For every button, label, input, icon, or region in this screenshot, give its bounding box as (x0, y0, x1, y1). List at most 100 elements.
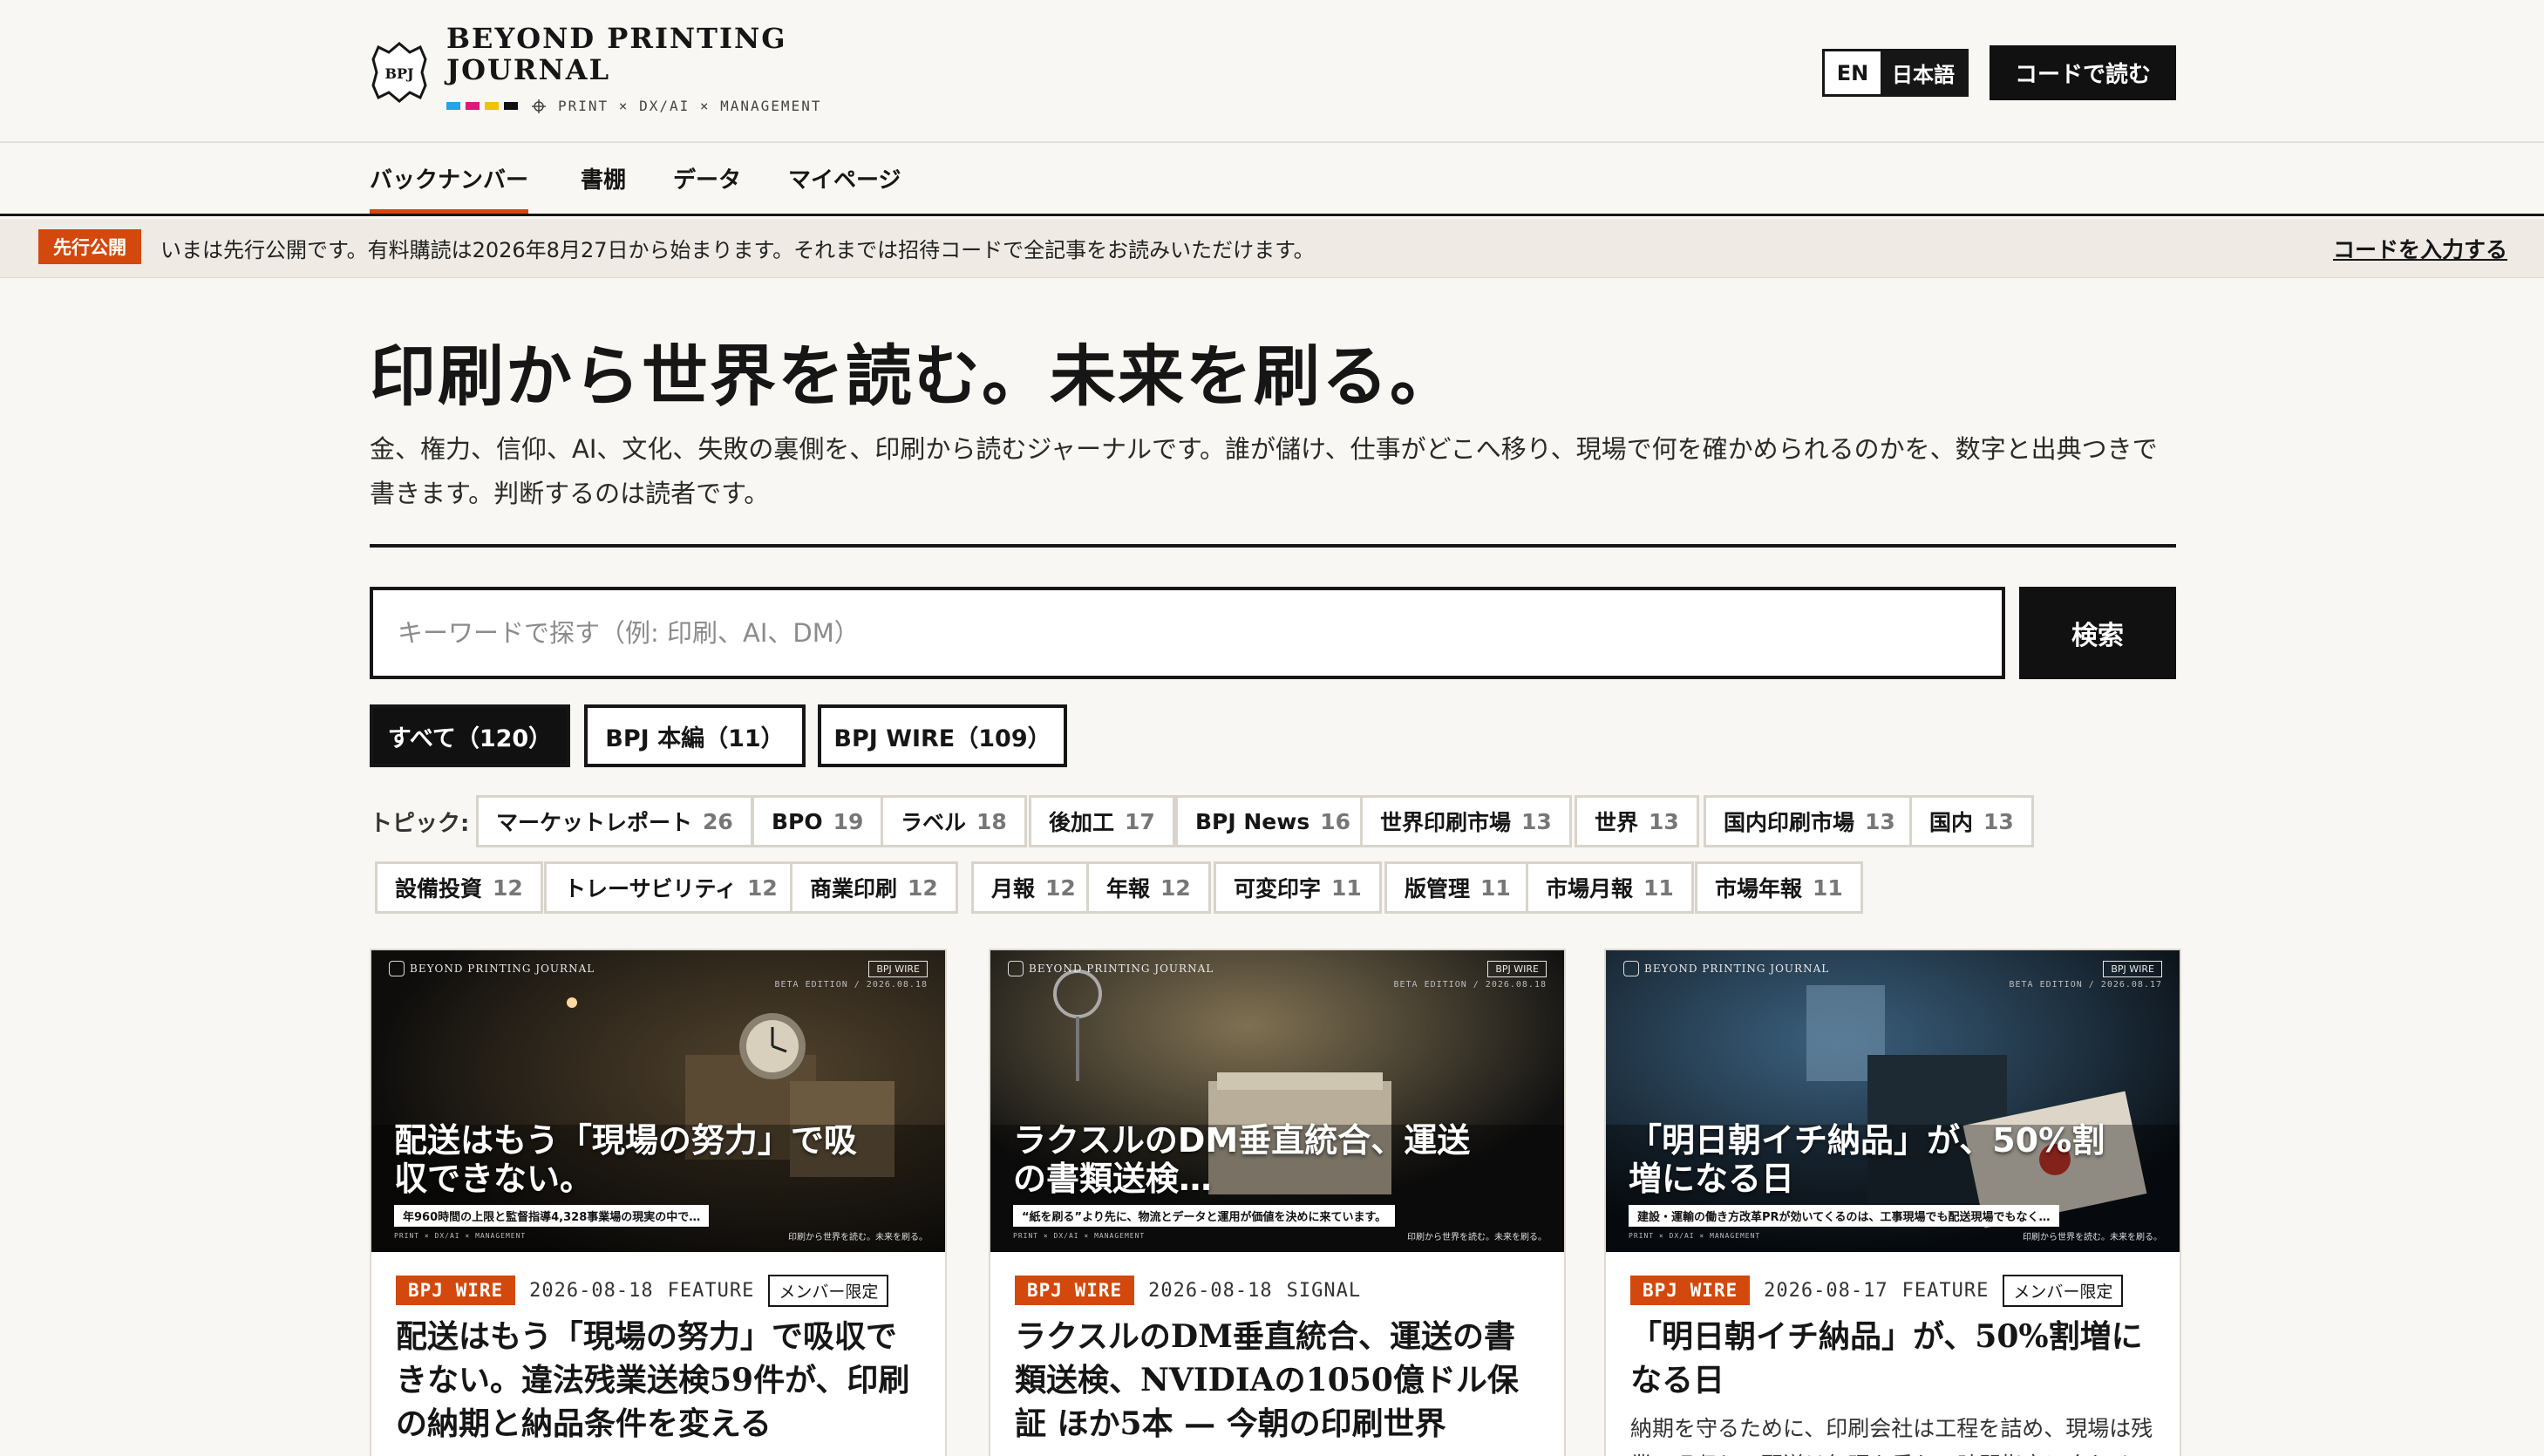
topic-chip-name: 後加工 (1049, 810, 1115, 835)
article-card[interactable]: BEYOND PRINTING JOURNAL BPJ WIRE BETA EDIT… (370, 949, 947, 1456)
article-meta: BPJ WIRE 2026-08-18 SIGNAL (1015, 1273, 1361, 1308)
topic-chip-name: 年報 (1106, 876, 1151, 901)
article-kind: FEATURE (667, 1279, 755, 1302)
topic-chip-count: 11 (1813, 874, 1843, 901)
preview-notice-bar: 先行公開 いまは先行公開です。有料購読は2026年8月27日から始まります。それ… (0, 219, 2544, 278)
topic-chip-count: 16 (1320, 808, 1351, 834)
filter-bpj-wire[interactable]: BPJ WIRE（109） (818, 704, 1067, 767)
topic-chip-count: 11 (1331, 874, 1362, 901)
cyan-swatch (446, 102, 460, 110)
yellow-swatch (485, 102, 499, 110)
thumbnail-edition: BETA EDITION / 2026.08.17 (2009, 980, 2162, 990)
bpj-logo-icon[interactable]: BPJ (370, 40, 429, 105)
topic-chip-count: 17 (1125, 808, 1155, 834)
topic-chip-name: 国内 (1929, 810, 1974, 835)
article-kind: FEATURE (1901, 1279, 1990, 1302)
topic-chip-count: 12 (747, 874, 778, 901)
thumbnail-brand: BEYOND PRINTING JOURNAL (1008, 961, 1214, 976)
topic-chip-count: 12 (1160, 874, 1191, 901)
article-card[interactable]: BEYOND PRINTING JOURNAL BPJ WIRE BETA EDIT… (1604, 949, 2181, 1456)
topic-chip[interactable]: トレーサビリティ 12 (544, 861, 798, 914)
article-card[interactable]: BEYOND PRINTING JOURNAL BPJ WIRE BETA EDIT… (989, 949, 1566, 1456)
topic-chip[interactable]: 市場年報 11 (1695, 861, 1863, 914)
filter-all[interactable]: すべて（120） (370, 704, 570, 767)
nav-item-bookshelf[interactable]: 書棚 (581, 162, 626, 194)
article-date: 2026-08-18 (1148, 1279, 1273, 1302)
source-badge: BPJ WIRE (1015, 1276, 1135, 1305)
topic-chip[interactable]: 月報 12 (971, 861, 1096, 914)
topic-chip-count: 12 (908, 874, 938, 901)
thumbnail-footer-tagline: 印刷から世界を読む。未来を刷る。 (788, 1233, 928, 1242)
article-thumbnail[interactable]: BEYOND PRINTING JOURNAL BPJ WIRE BETA EDIT… (371, 950, 945, 1252)
topic-chip-name: 国内印刷市場 (1724, 810, 1855, 835)
topic-chip-count: 12 (493, 874, 523, 901)
thumbnail-brand: BEYOND PRINTING JOURNAL (1623, 961, 1829, 976)
nav-item-backnumber[interactable]: バックナンバー (370, 162, 529, 214)
topic-chip[interactable]: 市場月報 11 (1526, 861, 1694, 914)
site-header: BPJ BEYOND PRINTING JOURNAL PRINT × DX/A… (0, 0, 2544, 143)
topic-chip-count: 11 (1643, 874, 1674, 901)
topic-chip[interactable]: ラベル 18 (881, 795, 1027, 847)
search-input[interactable] (370, 587, 2005, 679)
topic-chip[interactable]: 世界印刷市場 13 (1360, 795, 1572, 847)
topic-chip[interactable]: BPJ News 16 (1175, 795, 1371, 847)
thumbnail-headline: 「明日朝イチ納品」が、50%割増になる日 (1629, 1121, 2105, 1198)
topic-chip-count: 13 (1521, 808, 1552, 834)
thumbnail-brand-text: BEYOND PRINTING JOURNAL (1029, 963, 1214, 975)
thumbnail-footer-tagline: 印刷から世界を読む。未来を刷る。 (2023, 1233, 2162, 1242)
topic-chip[interactable]: 年報 12 (1086, 861, 1211, 914)
enter-code-link[interactable]: コードを入力する (2333, 233, 2507, 264)
topic-chip[interactable]: 後加工 17 (1029, 795, 1175, 847)
topic-chip[interactable]: マーケットレポート 26 (476, 795, 753, 847)
thumbnail-footer: PRINT × DX/AI × MANAGEMENT (1013, 1232, 1146, 1240)
thumbnail-subline: 年960時間の上限と監督指導4,328事業場の現実の中で… (394, 1205, 710, 1227)
article-thumbnail[interactable]: BEYOND PRINTING JOURNAL BPJ WIRE BETA EDIT… (990, 950, 1564, 1252)
topic-chip[interactable]: 世界 13 (1575, 795, 1699, 847)
topic-chip[interactable]: 可変印字 11 (1214, 861, 1382, 914)
article-kind: SIGNAL (1286, 1279, 1362, 1302)
main-nav: バックナンバー 書棚 データ マイページ (0, 145, 2544, 216)
thumbnail-tag: BPJ WIRE (1487, 961, 1547, 977)
topic-chip[interactable]: 国内 13 (1909, 795, 2034, 847)
topic-chip[interactable]: 商業印刷 12 (790, 861, 958, 914)
topic-chip-count: 18 (976, 808, 1007, 834)
thumbnail-tag: BPJ WIRE (868, 961, 928, 977)
topic-chip-name: マーケットレポート (496, 810, 693, 835)
article-date: 2026-08-17 (1764, 1279, 1888, 1302)
article-thumbnail[interactable]: BEYOND PRINTING JOURNAL BPJ WIRE BETA EDIT… (1606, 950, 2180, 1252)
nav-item-mypage[interactable]: マイページ (788, 162, 901, 194)
search-button[interactable]: 検索 (2019, 587, 2176, 679)
black-swatch (504, 102, 518, 110)
topic-chip[interactable]: 国内印刷市場 13 (1704, 795, 1915, 847)
thumbnail-subline: “紙を刷る”より先に、物流とデータと運用が価値を決めに来ています。 (1013, 1205, 1396, 1227)
filter-bpj-main[interactable]: BPJ 本編（11） (584, 704, 806, 767)
article-title[interactable]: 配送はもう「現場の努力」で吸収できない。違法残業送検59件が、印刷の納期と納品条… (396, 1315, 924, 1446)
thumbnail-footer: PRINT × DX/AI × MANAGEMENT (394, 1232, 527, 1240)
topic-chip-name: 商業印刷 (810, 876, 898, 901)
nav-item-data[interactable]: データ (673, 162, 741, 194)
language-switch[interactable]: EN 日本語 (1822, 49, 1969, 97)
topic-chip-name: 可変印字 (1234, 876, 1322, 901)
topic-chip[interactable]: BPO 19 (752, 795, 884, 847)
members-only-badge: メンバー限定 (2003, 1274, 2124, 1307)
brand-name[interactable]: BEYOND PRINTING JOURNAL (446, 23, 787, 85)
topic-chip-name: 市場年報 (1715, 876, 1803, 901)
bpj-mini-logo-icon (389, 961, 405, 976)
lang-ja-option[interactable]: 日本語 (1881, 51, 1966, 94)
bpj-mini-logo-icon (1008, 961, 1024, 976)
preview-notice-text: いまは先行公開です。有料購読は2026年8月27日から始まります。それまでは招待… (160, 238, 1315, 262)
page-description: 金、権力、信仰、AI、文化、失敗の裏側を、印刷から読むジャーナルです。誰が儲け、… (370, 434, 2158, 508)
thumbnail-subline: 建設・運輸の働き方改革PRが効いてくるのは、工事現場でも配送現場でもなく… (1629, 1205, 2059, 1227)
topic-chip-count: 26 (703, 808, 733, 834)
thumbnail-brand-text: BEYOND PRINTING JOURNAL (410, 963, 595, 975)
thumbnail-brand-text: BEYOND PRINTING JOURNAL (1644, 963, 1830, 975)
brand-tagline: PRINT × DX/AI × MANAGEMENT (558, 98, 822, 114)
article-date: 2026-08-18 (529, 1279, 654, 1302)
read-with-code-button[interactable]: コードで読む (1990, 45, 2176, 100)
topic-chip[interactable]: 版管理 11 (1384, 861, 1531, 914)
lang-en-option[interactable]: EN (1825, 51, 1881, 94)
topic-chip[interactable]: 設備投資 12 (375, 861, 543, 914)
article-title[interactable]: 「明日朝イチ納品」が、50%割増になる日 (1630, 1315, 2159, 1402)
article-title[interactable]: ラクスルのDM垂直統合、運送の書類送検、NVIDIAの1050億ドル保証 ほか5… (1015, 1315, 1543, 1446)
thumbnail-footer-tagline: 印刷から世界を読む。未来を刷る。 (1407, 1233, 1547, 1242)
